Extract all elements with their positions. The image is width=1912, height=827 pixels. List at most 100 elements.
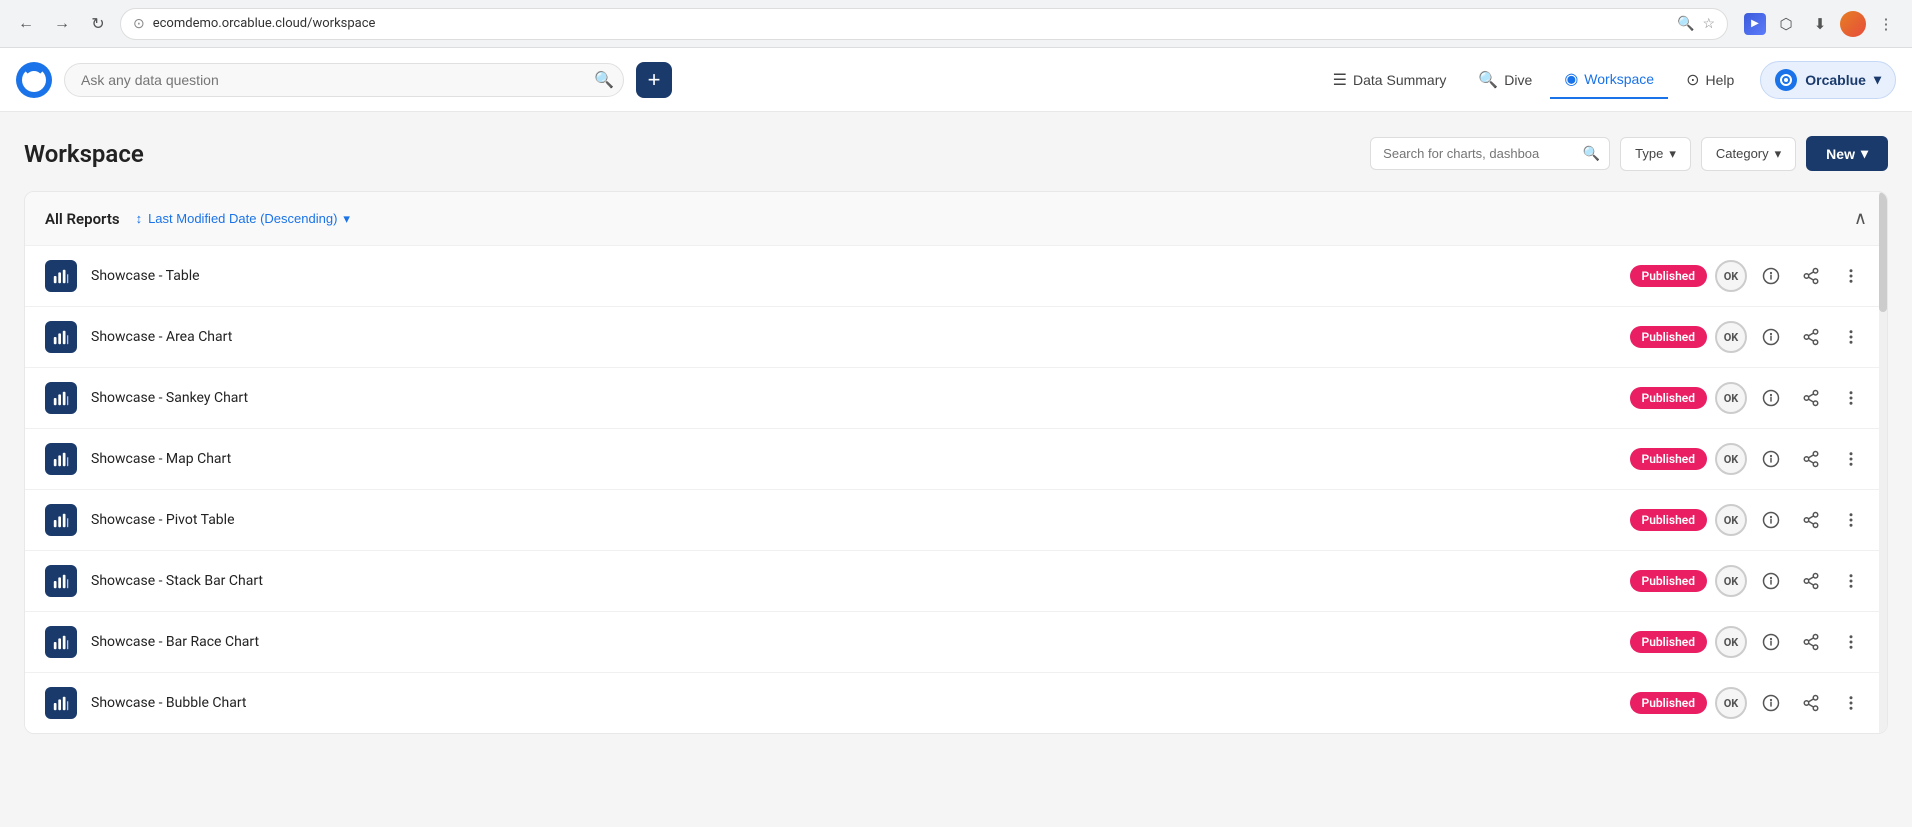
new-chevron-icon: ▾ xyxy=(1861,145,1868,162)
report-row[interactable]: Showcase - Bar Race Chart Published OK xyxy=(25,612,1887,673)
category-chevron-icon: ▾ xyxy=(1775,146,1782,162)
published-badge: Published xyxy=(1630,570,1707,592)
report-name: Showcase - Stack Bar Chart xyxy=(91,573,1630,589)
page-content: Workspace 🔍 Type ▾ Category ▾ New ▾ All … xyxy=(0,112,1912,827)
share-button[interactable] xyxy=(1795,382,1827,414)
report-row[interactable]: Showcase - Stack Bar Chart Published OK xyxy=(25,551,1887,612)
reports-header: All Reports ↕ Last Modified Date (Descen… xyxy=(25,192,1887,246)
app-logo xyxy=(16,62,52,98)
ok-badge: OK xyxy=(1715,565,1747,597)
ask-question-input[interactable] xyxy=(64,63,624,97)
more-button[interactable] xyxy=(1835,565,1867,597)
report-row[interactable]: Showcase - Bubble Chart Published OK xyxy=(25,673,1887,733)
bookmark-icon: ☆ xyxy=(1702,16,1715,32)
chart-icon xyxy=(52,633,70,651)
chart-search-input[interactable] xyxy=(1370,137,1610,170)
address-bar[interactable]: ⊙ ecomdemo.orcablue.cloud/workspace 🔍 ☆ xyxy=(120,8,1728,40)
back-button[interactable]: ← xyxy=(12,10,40,38)
chart-icon xyxy=(52,694,70,712)
filter-bar: 🔍 Type ▾ Category ▾ New ▾ xyxy=(1370,136,1888,171)
more-button[interactable] xyxy=(1835,443,1867,475)
nav-workspace[interactable]: ◉ Workspace xyxy=(1550,61,1668,99)
menu-button[interactable]: ⋮ xyxy=(1872,10,1900,38)
ok-badge: OK xyxy=(1715,382,1747,414)
report-row[interactable]: Showcase - Area Chart Published OK xyxy=(25,307,1887,368)
profile-avatar[interactable] xyxy=(1840,11,1866,37)
browser-right-icons: ▶ ⬡ ⬇ ⋮ xyxy=(1744,10,1900,38)
collapse-button[interactable]: ∧ xyxy=(1854,208,1867,229)
report-row[interactable]: Showcase - Sankey Chart Published OK xyxy=(25,368,1887,429)
info-button[interactable] xyxy=(1755,565,1787,597)
info-button[interactable] xyxy=(1755,687,1787,719)
info-button[interactable] xyxy=(1755,443,1787,475)
report-name: Showcase - Area Chart xyxy=(91,329,1630,345)
sort-button[interactable]: ↕ Last Modified Date (Descending) ▾ xyxy=(136,211,350,227)
report-row[interactable]: Showcase - Table Published OK xyxy=(25,246,1887,307)
scrollbar-thumb xyxy=(1879,192,1887,312)
report-row[interactable]: Showcase - Pivot Table Published OK xyxy=(25,490,1887,551)
brand-logo-icon xyxy=(1775,69,1797,91)
download-button[interactable]: ⬇ xyxy=(1806,10,1834,38)
share-button[interactable] xyxy=(1795,321,1827,353)
nav-dive[interactable]: 🔍 Dive xyxy=(1464,62,1546,98)
data-summary-icon: ☰ xyxy=(1333,70,1347,90)
type-dropdown[interactable]: Type ▾ xyxy=(1620,137,1691,171)
search-container: 🔍 xyxy=(64,63,624,97)
info-button[interactable] xyxy=(1755,321,1787,353)
brand-button[interactable]: Orcablue ▾ xyxy=(1760,61,1896,99)
report-icon xyxy=(45,382,77,414)
share-button[interactable] xyxy=(1795,565,1827,597)
info-button[interactable] xyxy=(1755,504,1787,536)
report-row[interactable]: Showcase - Map Chart Published OK xyxy=(25,429,1887,490)
nav-data-summary[interactable]: ☰ Data Summary xyxy=(1319,62,1461,98)
report-icon xyxy=(45,321,77,353)
report-icon xyxy=(45,504,77,536)
more-button[interactable] xyxy=(1835,321,1867,353)
sort-chevron-icon: ▾ xyxy=(343,211,350,227)
ask-search-icon[interactable]: 🔍 xyxy=(594,70,614,90)
nav-help[interactable]: ⊙ Help xyxy=(1672,62,1748,98)
share-button[interactable] xyxy=(1795,626,1827,658)
page-header: Workspace 🔍 Type ▾ Category ▾ New ▾ xyxy=(24,136,1888,171)
add-button[interactable]: + xyxy=(636,62,672,98)
share-button[interactable] xyxy=(1795,443,1827,475)
more-button[interactable] xyxy=(1835,687,1867,719)
sort-icon: ↕ xyxy=(136,211,143,226)
share-button[interactable] xyxy=(1795,260,1827,292)
published-badge: Published xyxy=(1630,509,1707,531)
chart-search-icon: 🔍 xyxy=(1583,146,1600,162)
ok-badge: OK xyxy=(1715,504,1747,536)
logo-inner xyxy=(22,68,46,92)
page-title: Workspace xyxy=(24,140,1354,168)
more-button[interactable] xyxy=(1835,382,1867,414)
report-actions: Published OK xyxy=(1630,504,1867,536)
report-icon xyxy=(45,626,77,658)
brand-chevron-icon: ▾ xyxy=(1874,71,1881,88)
forward-button[interactable]: → xyxy=(48,10,76,38)
report-name: Showcase - Bar Race Chart xyxy=(91,634,1630,650)
more-button[interactable] xyxy=(1835,260,1867,292)
chart-icon xyxy=(52,267,70,285)
reports-section: All Reports ↕ Last Modified Date (Descen… xyxy=(24,191,1888,734)
scrollbar-track[interactable] xyxy=(1879,192,1887,733)
chart-icon xyxy=(52,328,70,346)
category-dropdown[interactable]: Category ▾ xyxy=(1701,137,1796,171)
extensions-button[interactable]: ⬡ xyxy=(1772,10,1800,38)
info-button[interactable] xyxy=(1755,260,1787,292)
report-icon xyxy=(45,565,77,597)
more-button[interactable] xyxy=(1835,626,1867,658)
app-header: 🔍 + ☰ Data Summary 🔍 Dive ◉ Workspace ⊙ … xyxy=(0,48,1912,112)
chart-icon xyxy=(52,450,70,468)
share-button[interactable] xyxy=(1795,504,1827,536)
info-button[interactable] xyxy=(1755,382,1787,414)
report-name: Showcase - Pivot Table xyxy=(91,512,1630,528)
reload-button[interactable]: ↻ xyxy=(84,10,112,38)
report-name: Showcase - Sankey Chart xyxy=(91,390,1630,406)
new-button[interactable]: New ▾ xyxy=(1806,136,1888,171)
more-button[interactable] xyxy=(1835,504,1867,536)
browser-chrome: ← → ↻ ⊙ ecomdemo.orcablue.cloud/workspac… xyxy=(0,0,1912,48)
info-button[interactable] xyxy=(1755,626,1787,658)
chart-icon xyxy=(52,389,70,407)
share-button[interactable] xyxy=(1795,687,1827,719)
dive-icon: 🔍 xyxy=(1478,70,1498,90)
